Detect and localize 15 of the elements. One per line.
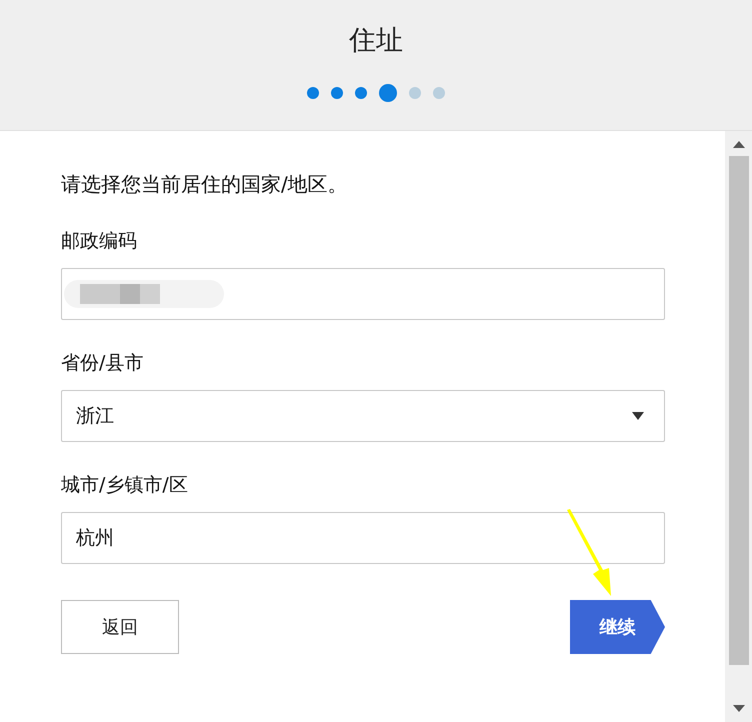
scroll-thumb[interactable] <box>728 156 748 665</box>
continue-button[interactable]: 继续 <box>570 600 665 654</box>
field-label: 省份/县市 <box>61 351 144 376</box>
back-button[interactable]: 返回 <box>61 600 179 654</box>
scroll-up-icon[interactable] <box>732 141 744 148</box>
select-field[interactable]: 浙江 <box>61 390 665 442</box>
field-label: 城市/乡镇市/区 <box>61 473 189 498</box>
prompt-text: 请选择您当前居住的国家/地区。 <box>61 171 349 198</box>
page-title: 住址 <box>349 24 403 58</box>
scrollbar[interactable] <box>725 131 752 722</box>
input-field[interactable] <box>61 268 665 320</box>
caret-icon <box>632 412 644 420</box>
scroll-down-icon[interactable] <box>732 705 744 712</box>
input-field[interactable]: 杭州 <box>61 512 665 564</box>
field-label: 邮政编码 <box>61 229 138 254</box>
